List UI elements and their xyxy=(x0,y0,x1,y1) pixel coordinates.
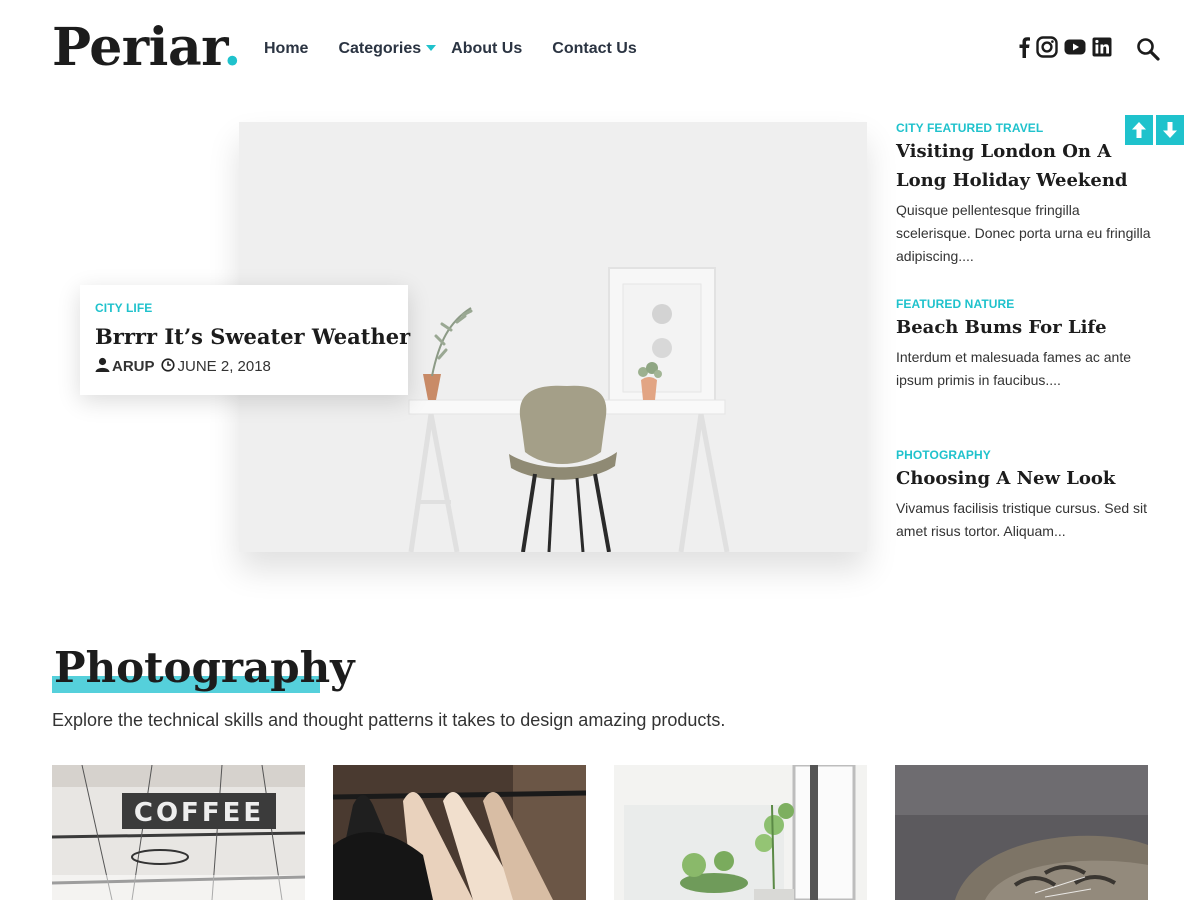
facebook-icon[interactable] xyxy=(1018,36,1030,63)
hero-post-card[interactable]: CITY LIFE Brrrr It’s Sweater Weather ARU… xyxy=(80,285,410,395)
side-post-category[interactable]: PHOTOGRAPHY xyxy=(896,448,1156,462)
side-post-category[interactable]: CITY FEATURED TRAVEL xyxy=(896,121,1156,135)
main-nav: Home Categories About Us Contact Us xyxy=(264,38,667,60)
post-thumbnail-cat[interactable] xyxy=(895,765,1148,900)
nav-contact-us[interactable]: Contact Us xyxy=(552,40,636,58)
nav-about-us[interactable]: About Us xyxy=(451,40,522,58)
side-post-excerpt: Vivamus facilisis tristique cursus. Sed … xyxy=(896,500,1148,539)
side-post-excerpt: Quisque pellentesque fringilla scelerisq… xyxy=(896,202,1151,264)
clock-icon xyxy=(160,357,175,376)
hero-category[interactable]: CITY LIFE xyxy=(95,301,394,315)
logo-text: Periar xyxy=(52,17,224,78)
hero-author[interactable]: ARUP xyxy=(112,358,155,375)
hero-title[interactable]: Brrrr It’s Sweater Weather xyxy=(95,323,410,351)
section-title: Photography xyxy=(54,643,355,692)
post-thumbnail-plants[interactable] xyxy=(614,765,867,900)
side-post-category[interactable]: FEATURED NATURE xyxy=(896,297,1156,311)
linkedin-icon[interactable] xyxy=(1092,37,1112,62)
side-post[interactable]: FEATURED NATURE Beach Bums For Life Inte… xyxy=(896,297,1156,392)
side-post-excerpt: Interdum et malesuada fames ac ante ipsu… xyxy=(896,349,1132,388)
post-thumbnail-clothes[interactable] xyxy=(333,765,586,900)
side-post-title[interactable]: Visiting London On A Long Holiday Weeken… xyxy=(896,137,1156,195)
photography-grid: COFFEE xyxy=(52,765,1176,900)
arrow-down-button[interactable] xyxy=(1156,115,1184,145)
section-description: Explore the technical skills and thought… xyxy=(52,710,726,730)
search-icon[interactable] xyxy=(1136,37,1160,66)
user-icon xyxy=(95,357,110,376)
post-thumbnail-coffee[interactable]: COFFEE xyxy=(52,765,305,900)
hero-date: JUNE 2, 2018 xyxy=(177,358,271,375)
hero-meta: ARUP JUNE 2, 2018 xyxy=(95,357,394,376)
side-post-title[interactable]: Choosing A New Look xyxy=(896,464,1156,493)
side-post-title[interactable]: Beach Bums For Life xyxy=(896,313,1156,342)
social-links xyxy=(1018,36,1118,63)
instagram-icon[interactable] xyxy=(1036,36,1058,63)
chevron-down-icon xyxy=(426,45,437,51)
nav-categories[interactable]: Categories xyxy=(338,40,437,58)
nav-categories-label: Categories xyxy=(338,40,422,57)
site-logo[interactable]: Periar. xyxy=(52,18,241,78)
logo-dot: . xyxy=(223,17,241,78)
arrow-down-icon xyxy=(1163,122,1177,138)
youtube-icon[interactable] xyxy=(1064,38,1086,61)
nav-home[interactable]: Home xyxy=(264,40,308,58)
side-post[interactable]: CITY FEATURED TRAVEL Visiting London On … xyxy=(896,121,1156,268)
side-post[interactable]: PHOTOGRAPHY Choosing A New Look Vivamus … xyxy=(896,448,1156,543)
coffee-sign-text: COFFEE xyxy=(134,798,264,828)
